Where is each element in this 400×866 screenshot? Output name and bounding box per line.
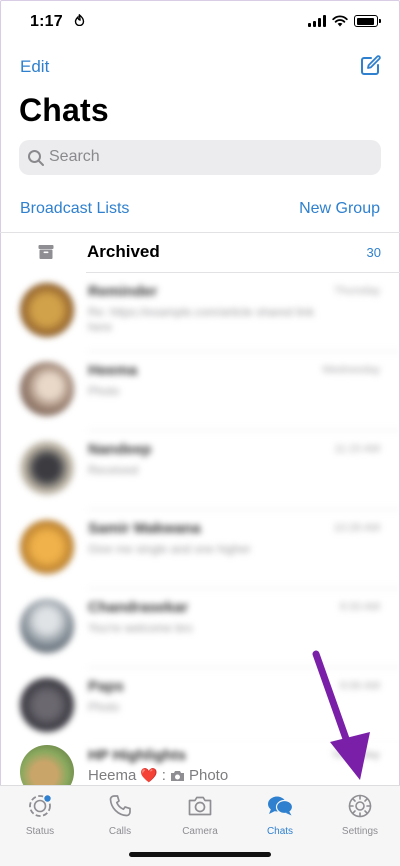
tab-calls[interactable]: Calls — [80, 792, 160, 837]
status-bar: 1:17 — [0, 0, 400, 44]
avatar — [20, 283, 74, 337]
tab-settings[interactable]: Settings — [320, 792, 400, 837]
gear-icon — [348, 794, 372, 818]
chat-name: Heema — [88, 362, 138, 379]
tab-label: Calls — [108, 826, 132, 837]
home-indicator[interactable] — [129, 852, 271, 857]
avatar — [20, 745, 74, 785]
chat-row[interactable]: Samir Makwana Give me single and one hig… — [0, 510, 400, 589]
page-title: Chats — [19, 92, 109, 128]
chat-preview: Photo — [88, 384, 120, 398]
chat-preview: Give me single and one higher — [88, 542, 251, 556]
archived-count-badge: 30 — [366, 245, 381, 260]
search-icon — [28, 150, 44, 166]
avatar — [20, 362, 74, 416]
sender-name: Heema — [88, 767, 137, 784]
chat-row[interactable]: Reminder Re: https://example.com/article… — [0, 273, 400, 352]
archive-icon — [38, 245, 54, 259]
search-placeholder: Search — [49, 148, 100, 165]
do-not-disturb-icon — [74, 13, 85, 29]
camera-icon — [188, 796, 212, 816]
chat-preview: Heema ❤️: Photo — [88, 767, 229, 784]
tab-label: Chats — [266, 826, 294, 837]
chat-preview: Received — [88, 463, 139, 477]
avatar — [20, 520, 74, 574]
avatar — [20, 678, 74, 732]
chat-preview: You're welcome bro — [88, 621, 193, 635]
chat-preview: Re: https://example.com/article shared l… — [88, 305, 315, 334]
chat-name: Paps — [88, 678, 124, 695]
chat-row[interactable]: Nandeep Received 11:15 AM — [0, 431, 400, 510]
annotation-arrow-icon — [312, 650, 370, 780]
battery-icon — [354, 15, 381, 27]
heart-icon: ❤️ — [140, 767, 158, 783]
phone-icon — [109, 795, 131, 817]
tab-label: Settings — [341, 826, 379, 837]
chat-name: Chandrasekar — [88, 599, 189, 616]
tab-label: Camera — [182, 826, 218, 837]
status-time: 1:17 — [30, 13, 63, 30]
broadcast-lists-link[interactable]: Broadcast Lists — [20, 200, 129, 218]
chat-time: 9:33 AM — [339, 601, 380, 613]
tab-label: Status — [25, 826, 55, 837]
chat-time: Thursday — [334, 285, 380, 297]
archived-label[interactable]: Archived — [87, 242, 160, 262]
chat-row[interactable]: Heema Photo Wednesday — [0, 352, 400, 431]
chat-name: Samir Makwana — [88, 520, 201, 537]
cellular-signal-icon — [308, 15, 326, 27]
tab-status[interactable]: Status — [0, 792, 80, 837]
avatar — [20, 599, 74, 653]
wifi-icon — [332, 15, 348, 27]
chat-time: Wednesday — [322, 364, 380, 376]
chat-name: Nandeep — [88, 441, 152, 458]
chat-time: 10:28 AM — [333, 522, 380, 534]
new-group-link[interactable]: New Group — [299, 200, 380, 218]
edit-button[interactable]: Edit — [20, 57, 49, 77]
status-icon — [29, 795, 51, 817]
search-input[interactable]: Search — [19, 140, 381, 175]
camera-icon — [170, 770, 184, 781]
chat-time: 11:15 AM — [334, 443, 380, 455]
chat-name: Reminder — [88, 283, 158, 300]
avatar — [20, 441, 74, 495]
tab-chats[interactable]: Chats — [240, 792, 320, 837]
tab-camera[interactable]: Camera — [160, 792, 240, 837]
chat-name: HP Highlights — [88, 747, 187, 764]
photo-label: Photo — [188, 767, 229, 784]
chats-icon — [268, 796, 294, 816]
divider — [0, 232, 400, 233]
compose-icon[interactable] — [358, 54, 382, 78]
